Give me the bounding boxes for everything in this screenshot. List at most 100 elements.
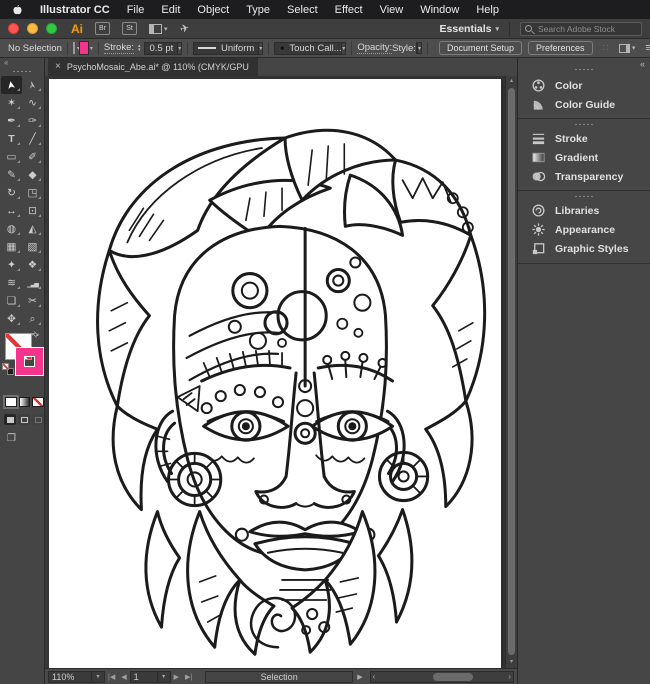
opacity-link[interactable]: Opacity: bbox=[357, 42, 393, 54]
scale-tool[interactable]: ◳ bbox=[22, 184, 43, 202]
stroke-panel-link[interactable]: Stroke: bbox=[103, 42, 135, 54]
panel-item-libraries[interactable]: Libraries bbox=[518, 201, 650, 220]
artboard-page[interactable] bbox=[49, 79, 501, 668]
curvature-tool[interactable]: ✑ bbox=[22, 112, 43, 130]
tools-drag-handle[interactable] bbox=[12, 70, 32, 73]
perspective-grid-tool[interactable]: ◭ bbox=[22, 220, 43, 238]
document-arrangement-button[interactable]: ▾ bbox=[618, 43, 635, 53]
lasso-tool[interactable]: ∿ bbox=[22, 94, 43, 112]
line-segment-tool[interactable]: ╱ bbox=[22, 130, 43, 148]
width-tool[interactable]: ↔ bbox=[1, 202, 22, 220]
previous-artboard-button[interactable]: ◀ bbox=[121, 673, 126, 681]
first-artboard-button[interactable]: |◀ bbox=[108, 673, 115, 681]
status-popup-icon[interactable]: ▶ bbox=[357, 673, 362, 681]
graphic-style-dropdown[interactable]: ▾ bbox=[417, 42, 422, 54]
scroll-up-icon[interactable]: ▴ bbox=[506, 76, 517, 87]
zoom-tool[interactable]: ⌕ bbox=[22, 310, 43, 328]
stock-button[interactable]: St bbox=[122, 22, 137, 35]
panel-item-appearance[interactable]: Appearance bbox=[518, 220, 650, 239]
pen-tool[interactable]: ✒ bbox=[1, 112, 22, 130]
direct-selection-tool[interactable]: ➢ bbox=[22, 76, 43, 94]
tools-collapse-button[interactable]: « bbox=[0, 58, 44, 68]
stroke-weight-stepper[interactable]: ▲ ▼ bbox=[137, 43, 141, 53]
menu-item-file[interactable]: File bbox=[127, 4, 145, 16]
chevron-down-icon[interactable]: ▾ bbox=[90, 45, 93, 52]
panel-item-color[interactable]: Color bbox=[518, 76, 650, 95]
zoom-level-dropdown[interactable]: ▾ bbox=[92, 670, 105, 683]
panel-item-color-guide[interactable]: Color Guide bbox=[518, 95, 650, 114]
zoom-level-field[interactable]: 110% bbox=[48, 670, 92, 683]
pencil-tool[interactable]: ✎ bbox=[1, 166, 22, 184]
gradient-tool[interactable]: ▧ bbox=[22, 238, 43, 256]
menu-item-view[interactable]: View bbox=[380, 4, 404, 16]
draw-inside-button[interactable] bbox=[32, 414, 44, 425]
free-transform-tool[interactable]: ⊡ bbox=[22, 202, 43, 220]
width-profile-field[interactable]: Uniform bbox=[193, 41, 260, 55]
eyedropper-tool[interactable]: ✦ bbox=[1, 256, 22, 274]
canvas-area[interactable] bbox=[45, 76, 505, 668]
slice-tool[interactable]: ✂ bbox=[22, 292, 43, 310]
artboard-dropdown[interactable]: ▾ bbox=[157, 670, 171, 683]
stroke-weight-dropdown[interactable]: ▾ bbox=[178, 41, 183, 55]
document-tab[interactable]: × PsychoMosaic_Abe.ai* @ 110% (CMYK/GPU … bbox=[48, 58, 258, 76]
symbol-sprayer-tool[interactable]: ≋ bbox=[1, 274, 22, 292]
document-setup-button[interactable]: Document Setup bbox=[438, 41, 522, 55]
artboard-number-field[interactable]: 1 bbox=[129, 670, 158, 683]
scroll-left-icon[interactable]: ‹ bbox=[373, 672, 376, 682]
brush-definition-dropdown[interactable]: ▾ bbox=[342, 41, 347, 55]
window-close-button[interactable] bbox=[8, 23, 19, 34]
horizontal-scrollbar-thumb[interactable] bbox=[433, 672, 474, 681]
none-button[interactable] bbox=[32, 397, 45, 407]
paintbrush-tool[interactable]: ✐ bbox=[22, 148, 43, 166]
screen-mode-button[interactable]: ❐ bbox=[7, 433, 44, 444]
panel-item-transparency[interactable]: Transparency bbox=[518, 167, 650, 186]
close-tab-icon[interactable]: × bbox=[55, 62, 61, 72]
panel-item-stroke[interactable]: Stroke bbox=[518, 129, 650, 148]
preferences-button[interactable]: Preferences bbox=[528, 41, 593, 55]
scroll-down-icon[interactable]: ▾ bbox=[506, 657, 517, 668]
panel-drag-handle[interactable] bbox=[574, 195, 594, 198]
rectangle-tool[interactable]: ▭ bbox=[1, 148, 22, 166]
draw-behind-button[interactable] bbox=[18, 414, 30, 425]
panel-drag-handle[interactable] bbox=[574, 123, 594, 126]
panel-collapse-button[interactable]: « bbox=[640, 59, 645, 69]
column-graph-tool[interactable]: ▁▃▅ bbox=[22, 274, 43, 292]
vertical-scrollbar[interactable]: ▴ ▾ bbox=[505, 76, 517, 668]
menu-item-object[interactable]: Object bbox=[197, 4, 229, 16]
panel-menu-icon[interactable]: ≡ bbox=[645, 42, 650, 54]
stepper-down-icon[interactable]: ▼ bbox=[137, 47, 141, 53]
gradient-button[interactable] bbox=[18, 397, 31, 407]
stroke-color-swatch[interactable] bbox=[79, 42, 88, 54]
color-button[interactable] bbox=[3, 395, 19, 409]
rotate-tool[interactable]: ↻ bbox=[1, 184, 22, 202]
panel-item-graphic-styles[interactable]: Graphic Styles bbox=[518, 239, 650, 258]
bridge-button[interactable]: Br bbox=[95, 22, 110, 35]
menu-item-select[interactable]: Select bbox=[287, 4, 318, 16]
shape-builder-tool[interactable]: ◍ bbox=[1, 220, 22, 238]
type-tool[interactable]: T bbox=[1, 130, 22, 148]
width-profile-dropdown[interactable]: ▾ bbox=[259, 41, 264, 55]
blend-tool[interactable]: ❖ bbox=[22, 256, 43, 274]
window-minimize-button[interactable] bbox=[27, 23, 38, 34]
artwork-line-drawing[interactable] bbox=[49, 79, 501, 668]
fill-color-swatch[interactable] bbox=[72, 42, 75, 54]
stroke-swatch-active[interactable] bbox=[16, 348, 43, 375]
horizontal-scrollbar[interactable]: ‹ › bbox=[369, 670, 514, 683]
menu-item-effect[interactable]: Effect bbox=[335, 4, 363, 16]
last-artboard-button[interactable]: ▶| bbox=[185, 673, 192, 681]
workspace-switcher[interactable]: Essentials ▾ bbox=[440, 23, 499, 35]
stroke-weight-field[interactable]: 0.5 pt bbox=[144, 41, 179, 55]
panel-drag-handle[interactable] bbox=[574, 68, 594, 71]
brush-definition-field[interactable]: ● Touch Call... bbox=[274, 41, 343, 55]
share-icon[interactable]: ✈ bbox=[178, 21, 190, 36]
arrange-documents-button[interactable]: ▾ bbox=[149, 23, 168, 34]
default-fill-stroke-icon[interactable] bbox=[2, 363, 14, 375]
vertical-scrollbar-thumb[interactable] bbox=[508, 88, 515, 655]
search-input[interactable] bbox=[536, 22, 637, 35]
menu-item-help[interactable]: Help bbox=[476, 4, 499, 16]
magic-wand-tool[interactable]: ✶ bbox=[1, 94, 22, 112]
artboard-tool[interactable]: ❏ bbox=[1, 292, 22, 310]
stock-search-field[interactable] bbox=[520, 21, 642, 36]
menu-item-window[interactable]: Window bbox=[420, 4, 459, 16]
next-artboard-button[interactable]: ▶ bbox=[174, 673, 179, 681]
